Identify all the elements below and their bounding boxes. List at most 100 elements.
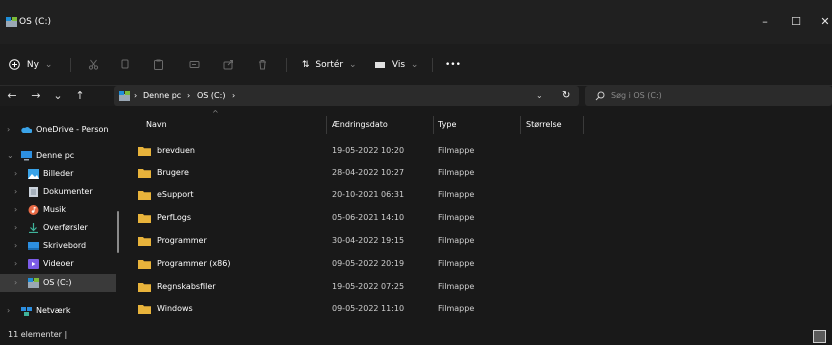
chevron-right-icon: › — [14, 278, 18, 287]
separator — [286, 58, 287, 72]
rename-icon — [189, 61, 200, 68]
forward-arrow-icon[interactable]: → — [28, 86, 44, 106]
breadcrumb-separator: › — [187, 91, 191, 100]
view-label: Vis — [391, 60, 406, 70]
drive-icon — [28, 278, 39, 288]
chevron-right-icon: › — [7, 306, 11, 315]
nav-item-os-c[interactable]: › OS (C:) — [0, 274, 116, 292]
column-divider[interactable] — [520, 116, 521, 134]
new-button[interactable]: Ny ⌄ — [9, 54, 52, 76]
close-button[interactable]: ✕ — [812, 12, 832, 32]
breadcrumb-separator: › — [134, 91, 138, 100]
chevron-down-icon: ⌄ — [410, 60, 419, 70]
this-pc-icon — [21, 151, 32, 161]
column-header-date[interactable]: Ændringsdato — [332, 113, 388, 137]
column-header-size[interactable]: Størrelse — [526, 113, 562, 137]
copy-button[interactable] — [120, 54, 131, 76]
status-bar: 11 elementer | — [0, 328, 832, 345]
search-input[interactable]: Søg i OS (C:) — [611, 86, 662, 106]
table-row[interactable]: Regnskabsfiler 19-05-2022 07:25 Filmappe — [122, 277, 832, 297]
cut-button[interactable] — [88, 54, 99, 76]
column-divider[interactable] — [326, 116, 327, 134]
back-arrow-icon[interactable]: ← — [4, 86, 20, 106]
file-date: 19-05-2022 10:20 — [332, 146, 405, 155]
chevron-right-icon: › — [14, 169, 18, 178]
folder-icon — [138, 260, 151, 269]
sort-button[interactable]: ⇅ Sortér ⌄ — [302, 54, 357, 76]
share-button[interactable] — [223, 54, 234, 76]
separator — [432, 58, 433, 72]
paste-button[interactable] — [153, 54, 164, 76]
delete-button[interactable] — [257, 54, 268, 76]
column-header-name[interactable]: Navn — [146, 113, 167, 137]
documents-icon — [29, 187, 38, 197]
file-type: Filmappe — [438, 304, 475, 313]
address-bar[interactable]: › Denne pc › OS (C:) › ⌄ ↻ — [114, 86, 579, 106]
file-name: Programmer (x86) — [157, 259, 231, 268]
file-name: Brugere — [157, 168, 189, 177]
plus-circle-icon — [9, 59, 20, 70]
network-icon — [21, 307, 32, 316]
up-arrow-icon[interactable]: ↑ — [72, 86, 88, 106]
file-type: Filmappe — [438, 236, 475, 245]
file-name: Programmer — [157, 236, 207, 245]
maximize-button[interactable]: ☐ — [783, 12, 809, 32]
table-row[interactable]: eSupport 20-10-2021 06:31 Filmappe — [122, 185, 832, 205]
breadcrumb-os-c[interactable]: OS (C:) — [197, 86, 225, 106]
search-icon — [595, 91, 605, 101]
recent-locations-chevron-icon[interactable]: ⌄ — [50, 86, 66, 106]
search-box[interactable]: Søg i OS (C:) — [585, 86, 832, 106]
sort-icon: ⇅ — [302, 60, 310, 70]
window-title: OS (C:) — [19, 17, 51, 27]
address-history-chevron-icon[interactable]: ⌄ — [536, 86, 543, 106]
nav-item-desktop[interactable]: › Skrivebord — [0, 237, 116, 255]
column-header-type[interactable]: Type — [438, 113, 456, 137]
nav-item-onedrive[interactable]: › OneDrive - Person — [0, 121, 116, 139]
rename-button[interactable] — [189, 54, 200, 76]
nav-item-videos[interactable]: › Videoer — [0, 255, 116, 273]
column-divider[interactable] — [433, 116, 434, 134]
command-bar: Ny ⌄ ⇅ Sortér ⌄ Vis ⌄ ••• — [0, 44, 832, 86]
file-list: ^ Navn Ændringsdato Type Størrelse brevd… — [122, 109, 832, 328]
chevron-right-icon: › — [14, 205, 18, 214]
file-date: 30-04-2022 19:15 — [332, 236, 405, 245]
nav-item-pictures[interactable]: › Billeder — [0, 165, 116, 183]
address-row: ← → ⌄ ↑ › Denne pc › OS (C:) › ⌄ ↻ Søg i… — [0, 86, 832, 106]
minimize-button[interactable]: – — [752, 12, 778, 32]
details-view-icon[interactable] — [813, 330, 826, 343]
nav-scrollbar[interactable] — [117, 211, 119, 253]
file-date: 28-04-2022 10:27 — [332, 168, 405, 177]
folder-icon — [138, 305, 151, 314]
file-date: 09-05-2022 11:10 — [332, 304, 405, 313]
videos-icon — [28, 259, 39, 269]
chevron-down-icon: ⌄ — [348, 60, 357, 70]
column-divider[interactable] — [583, 116, 584, 134]
sort-label: Sortér — [315, 60, 344, 70]
title-bar: OS (C:) – ☐ ✕ — [0, 0, 832, 44]
breadcrumb-this-pc[interactable]: Denne pc — [143, 86, 181, 106]
nav-item-downloads[interactable]: › Overførsler — [0, 219, 116, 237]
chevron-down-icon: ⌄ — [44, 60, 53, 70]
file-type: Filmappe — [438, 259, 475, 268]
nav-item-music[interactable]: › Musik — [0, 201, 116, 219]
table-row[interactable]: Brugere 28-04-2022 10:27 Filmappe — [122, 163, 832, 183]
share-icon — [223, 60, 233, 70]
chevron-down-icon: ⌄ — [7, 151, 14, 160]
folder-icon — [138, 283, 151, 292]
file-type: Filmappe — [438, 146, 475, 155]
table-row[interactable]: Windows 09-05-2022 11:10 Filmappe — [122, 299, 832, 319]
file-type: Filmappe — [438, 190, 475, 199]
view-icon — [375, 61, 385, 68]
table-row[interactable]: PerfLogs 05-06-2021 14:10 Filmappe — [122, 208, 832, 228]
table-row[interactable]: Programmer (x86) 09-05-2022 20:19 Filmap… — [122, 254, 832, 274]
table-row[interactable]: brevduen 19-05-2022 10:20 Filmappe — [122, 141, 832, 161]
view-button[interactable]: Vis ⌄ — [375, 54, 418, 76]
folder-icon — [138, 237, 151, 246]
nav-item-documents[interactable]: › Dokumenter — [0, 183, 116, 201]
refresh-icon[interactable]: ↻ — [562, 86, 570, 106]
more-options-button[interactable]: ••• — [445, 54, 461, 76]
sort-ascending-icon: ^ — [212, 109, 219, 118]
nav-item-this-pc[interactable]: ⌄ Denne pc — [0, 147, 116, 165]
nav-item-network[interactable]: › Netværk — [0, 302, 116, 320]
table-row[interactable]: Programmer 30-04-2022 19:15 Filmappe — [122, 231, 832, 251]
